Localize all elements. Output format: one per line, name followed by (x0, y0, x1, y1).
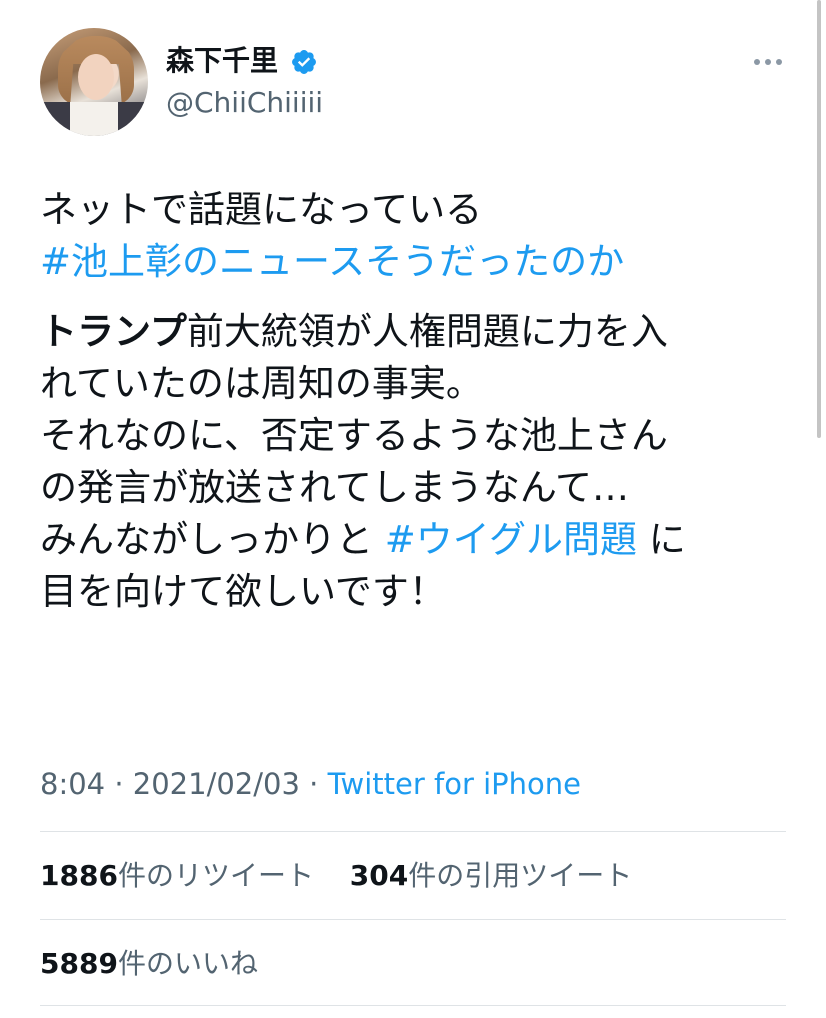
tweet-text: ネットで話題になっている #池上彰のニュースそうだったのか トランプ前大統領が人… (40, 184, 810, 618)
divider (40, 919, 786, 920)
avatar[interactable] (40, 28, 148, 136)
tweet-text-span: 前大統領が人権問題に力を入 (186, 310, 668, 353)
tweet-line: ネットで話題になっている (40, 188, 483, 231)
tweet-text-span: に (637, 518, 686, 561)
meta-separator: · (105, 767, 133, 801)
tweet-text-span: みんながしっかりと (40, 518, 385, 561)
retweets-count: 1886 (40, 859, 118, 892)
tweet-time[interactable]: 8:04 (40, 767, 105, 801)
more-options-icon[interactable] (752, 52, 784, 72)
retweets-stat[interactable]: 1886件のリツイート (40, 859, 314, 892)
engagement-row: 1886件のリツイート 304件の引用ツイート (40, 858, 632, 894)
avatar-face (78, 54, 114, 100)
tweet-source-link[interactable]: Twitter for iPhone (328, 767, 581, 801)
user-handle[interactable]: @ChiiChiiiii (166, 86, 323, 120)
tweet-line: みんながしっかりと #ウイグル問題 に (40, 514, 810, 566)
retweets-label: 件のリツイート (117, 859, 314, 892)
bold-text: トランプ (40, 310, 187, 353)
tweet-line: の発言が放送されてしまうなんて… (40, 466, 630, 509)
tweet-line: それなのに、否定するような池上さん (40, 414, 668, 457)
divider (40, 831, 786, 832)
tweet-date[interactable]: 2021/02/03 (133, 767, 300, 801)
display-name[interactable]: 森下千里 (166, 44, 278, 78)
verified-badge-icon (292, 50, 316, 74)
tweet-line: 目を向けて欲しいです！ (40, 570, 446, 613)
tweet-meta: 8:04 · 2021/02/03 · Twitter for iPhone (40, 765, 581, 803)
tweet-line: トランプ前大統領が人権問題に力を入 (40, 306, 810, 358)
hashtag-link[interactable]: #池上彰のニュースそうだったのか (40, 240, 624, 283)
quotes-label: 件の引用ツイート (408, 859, 633, 892)
scrollbar[interactable] (817, 0, 821, 438)
avatar-jacket (40, 102, 148, 136)
hashtag-link[interactable]: #ウイグル問題 (385, 518, 637, 561)
tweet-header: 森下千里 @ChiiChiiiii (0, 0, 826, 160)
likes-count: 5889 (40, 947, 118, 980)
quotes-count: 304 (349, 859, 409, 892)
divider (40, 1005, 786, 1006)
likes-stat[interactable]: 5889件のいいね (40, 947, 258, 980)
likes-row: 5889件のいいね (40, 946, 258, 982)
likes-label: 件のいいね (117, 947, 258, 980)
meta-separator: · (299, 767, 328, 801)
tweet-line: れていたのは周知の事実。 (40, 362, 483, 405)
quotes-stat[interactable]: 304件の引用ツイート (350, 859, 632, 892)
